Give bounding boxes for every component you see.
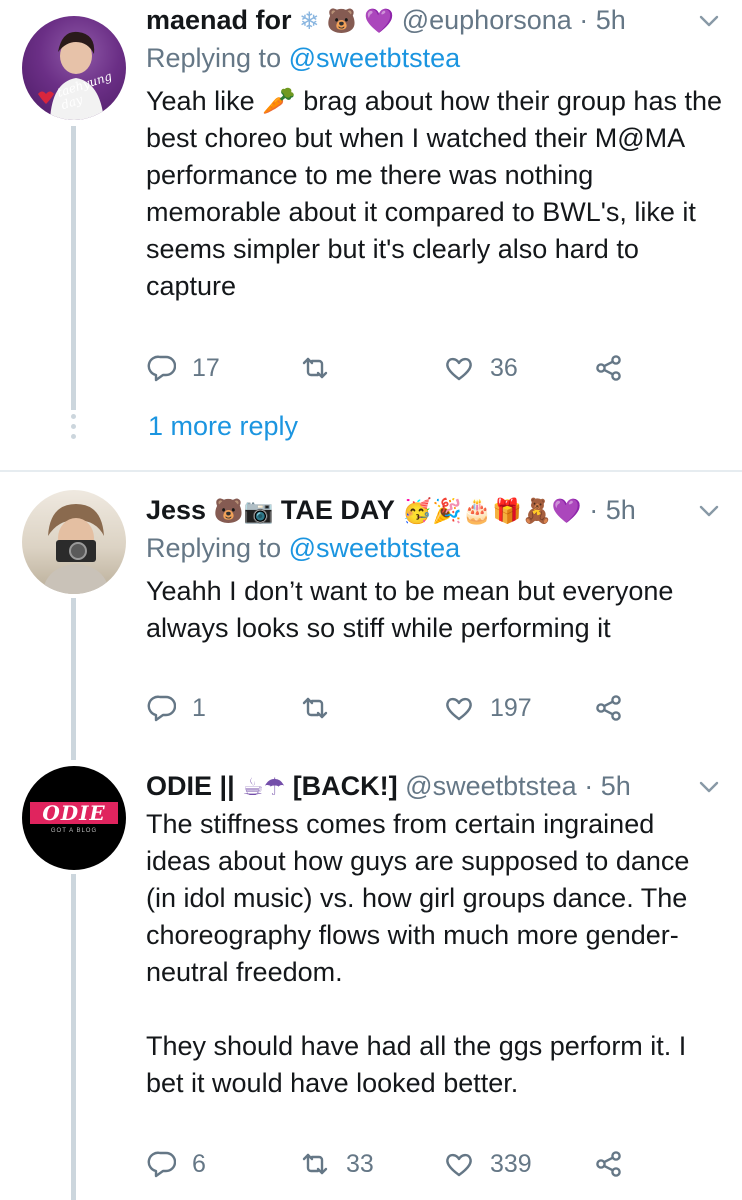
retweet-count: 33 [346,1149,374,1178]
like-button[interactable]: 36 [444,348,518,388]
chevron-down-icon[interactable] [698,500,720,522]
display-name[interactable]: Jess [146,495,206,525]
tweet-actions: 6 33 339 [146,1144,706,1184]
reply-icon [147,1151,176,1178]
tweet-header: Jess 🐻📷 TAE DAY 🥳🎉🎂🎁🧸💜 · 5h [146,490,742,530]
retweet-icon [302,697,328,719]
replying-to: Replying to @sweetbtstea [146,528,460,568]
retweet-icon [302,1153,328,1175]
share-icon [596,355,621,381]
chevron-down-icon[interactable] [698,776,720,798]
name-emojis: 🐻📷 [213,497,274,525]
tweet[interactable]: ODIE GOT A BLOG ODIE || ☕☂ [BACK!] @swee… [0,766,742,1200]
reply-count: 6 [192,1149,206,1178]
name-emojis: ❄ 🐻 💜 [299,7,395,35]
avatar-logo: ODIE [30,802,118,824]
more-replies-link[interactable]: 1 more reply [148,406,298,446]
retweet-button[interactable] [300,348,346,388]
chevron-down-icon[interactable] [698,10,720,32]
like-count: 197 [490,693,532,722]
display-name-suffix[interactable]: TAE DAY [281,495,395,525]
share-icon [596,1151,621,1177]
heart-icon [446,697,472,721]
avatar[interactable]: taehyung day [22,16,126,120]
user-handle[interactable]: @sweetbtstea [405,771,577,801]
share-icon [596,695,621,721]
share-button[interactable] [594,688,624,728]
reply-icon [147,695,176,722]
display-name-suffix[interactable]: [BACK!] [293,771,398,801]
replying-mention[interactable]: @sweetbtstea [289,43,461,73]
separator-dot: · [579,5,589,35]
replying-prefix: Replying to [146,43,282,73]
separator-dot: · [589,495,599,525]
replying-to: Replying to @sweetbtstea [146,38,460,78]
separator-dot: · [584,771,594,801]
reply-icon [147,355,176,382]
replying-mention[interactable]: @sweetbtstea [289,533,461,563]
timestamp[interactable]: 5h [596,5,626,35]
retweet-button[interactable]: 33 [300,1144,374,1184]
reply-button[interactable]: 6 [146,1144,206,1184]
retweet-button[interactable] [300,688,346,728]
heart-icon [446,1153,472,1177]
like-count: 36 [490,353,518,382]
user-handle[interactable]: @euphorsona [402,5,572,35]
timestamp[interactable]: 5h [601,771,631,801]
tweet-header: ODIE || ☕☂ [BACK!] @sweetbtstea · 5h [146,766,742,806]
display-name[interactable]: ODIE || [146,771,235,801]
reply-count: 17 [192,353,220,382]
name-emojis: ☕☂ [242,773,286,801]
retweet-icon [302,357,328,379]
avatar-logo-sub: GOT A BLOG [50,828,98,834]
tweet-text: Yeahh I don’t want to be mean but everyo… [146,576,674,643]
tweet-actions: 1 197 [146,688,706,728]
replying-prefix: Replying to [146,533,282,563]
thread-line [71,874,76,1200]
avatar[interactable] [22,490,126,594]
timestamp[interactable]: 5h [606,495,636,525]
tweet-text: The stiffness comes from certain ingrain… [146,809,690,1098]
tweet[interactable]: taehyung day maenad for ❄ 🐻 💜 @euphorson… [0,0,742,470]
avatar-image [42,504,110,594]
share-button[interactable] [594,348,624,388]
heart-icon [446,357,472,381]
tweet[interactable]: Jess 🐻📷 TAE DAY 🥳🎉🎂🎁🧸💜 · 5h Replying to … [0,490,742,760]
like-button[interactable]: 197 [444,688,532,728]
reply-count: 1 [192,693,206,722]
tweet-actions: 17 36 [146,348,706,388]
tweet-header: maenad for ❄ 🐻 💜 @euphorsona · 5h [146,0,742,40]
like-button[interactable]: 339 [444,1144,532,1184]
reply-button[interactable]: 1 [146,688,206,728]
thread-dots [71,414,76,444]
share-button[interactable] [594,1144,624,1184]
like-count: 339 [490,1149,532,1178]
name-emojis-2: 🥳🎉🎂🎁🧸💜 [402,497,582,525]
divider [0,470,742,472]
avatar[interactable]: ODIE GOT A BLOG [22,766,126,870]
display-name[interactable]: maenad for [146,5,292,35]
reply-button[interactable]: 17 [146,348,220,388]
thread-line [71,598,76,760]
thread-line [71,126,76,410]
tweet-text: Yeah like 🥕 brag about how their group h… [146,86,723,301]
